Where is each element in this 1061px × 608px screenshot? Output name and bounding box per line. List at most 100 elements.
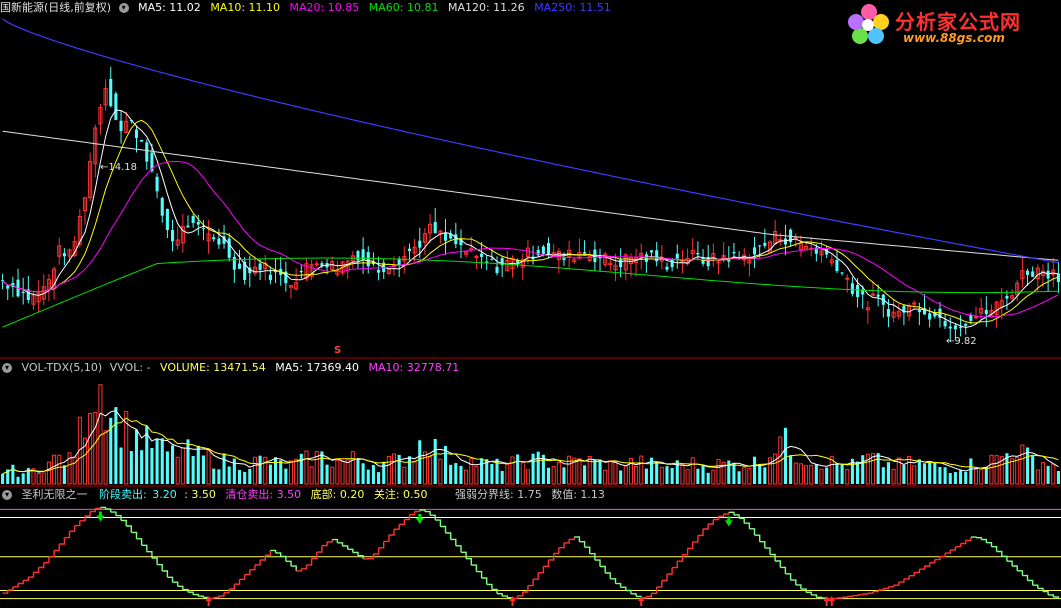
candle-body [21, 291, 25, 293]
volume-bar [628, 458, 633, 485]
volume-bar [856, 461, 860, 484]
volume-bar [994, 455, 999, 485]
indicator-step [965, 537, 972, 541]
candle-body [793, 236, 798, 239]
indicator-step [842, 596, 848, 598]
candle-body [850, 283, 854, 294]
indicator-step [342, 545, 349, 550]
stage-sell-value: 3.20 [152, 488, 177, 501]
volume-bar [500, 470, 504, 484]
indicator-step [697, 529, 704, 537]
volume-bar [294, 458, 299, 485]
volume-bar [516, 454, 520, 484]
volume-bar [212, 468, 216, 484]
candle-body [109, 78, 113, 107]
candle-body [62, 253, 66, 257]
volume-bar [819, 468, 824, 485]
volume-bar [732, 463, 736, 484]
indicator-panel [0, 506, 1061, 606]
volume-bar [412, 460, 417, 485]
indicator-step [162, 570, 169, 578]
sell-arrow-icon [96, 511, 105, 522]
volume-bar [21, 473, 25, 484]
indicator-step [1043, 590, 1049, 595]
volume-bar [361, 463, 365, 484]
volume-bar [284, 468, 288, 484]
candle-body [186, 225, 190, 228]
indicator-step [723, 512, 730, 515]
indicator-step [837, 597, 843, 599]
volume-bar [155, 439, 159, 484]
volume-value: VOLUME: 13471.54 [160, 361, 266, 374]
volume-bar [639, 455, 644, 485]
volume-bar [402, 466, 407, 485]
candle-body [366, 252, 370, 267]
volume-bar [227, 466, 231, 484]
indicator-step [455, 545, 462, 553]
volume-bar [222, 453, 226, 484]
indicator-step [945, 549, 951, 554]
volume-bar [309, 466, 314, 485]
site-logo[interactable]: 分析家公式网 www.88gs.com [845, 2, 1055, 48]
indicator-step [790, 579, 797, 585]
volume-panel [0, 384, 1061, 487]
indicator-step [867, 591, 874, 594]
bottom-value: 底部: 0.20 [310, 488, 365, 501]
volume-bar [119, 447, 123, 484]
volume-bar [953, 472, 957, 484]
stock-chart-canvas[interactable] [0, 0, 1061, 608]
indicator-step [692, 535, 699, 543]
indicator-step [816, 596, 823, 599]
indicator-title: 圣利无限之一 [21, 488, 88, 501]
volume-bar [798, 463, 803, 485]
volume-bar [16, 476, 20, 484]
indicator-step [708, 519, 714, 525]
volume-bar [583, 465, 587, 484]
indicator-step [218, 592, 225, 597]
volume-bar [758, 464, 762, 484]
volume-bar [428, 456, 433, 485]
ma120-value: MA120: 11.26 [447, 1, 525, 14]
volume-bar [304, 450, 309, 485]
vvol-value: VVOL: - [109, 361, 151, 374]
indicator-step [229, 584, 235, 590]
volume-ma5-value: MA5: 17369.40 [275, 361, 359, 374]
candle-body [201, 228, 205, 230]
volume-bar [840, 464, 844, 484]
chevron-down-icon[interactable]: ▾ [2, 363, 12, 373]
indicator-step [852, 594, 859, 597]
volume-bar [150, 447, 154, 484]
volume-bar [979, 469, 984, 485]
indicator-step [394, 524, 400, 530]
candle-body [134, 129, 139, 139]
volume-bar [685, 469, 690, 485]
volume-bar [268, 464, 272, 484]
indicator-step [461, 551, 467, 559]
volume-bar [948, 473, 952, 484]
volume-bar [1, 473, 5, 484]
volume-bar [623, 465, 628, 485]
volume-bar [335, 459, 340, 485]
candle-body [237, 263, 242, 269]
volume-bar [861, 455, 865, 484]
indicator-step [198, 595, 205, 598]
candle-body [845, 277, 850, 280]
indicator-step [337, 542, 344, 546]
indicator-step [435, 519, 442, 527]
chevron-down-icon[interactable]: ▾ [2, 490, 12, 500]
indicator-step [584, 546, 591, 554]
candle-body [583, 252, 587, 254]
indicator-step [898, 578, 905, 583]
volume-bar [665, 466, 669, 484]
chevron-down-icon[interactable]: ▾ [118, 3, 129, 13]
volume-bar [505, 463, 510, 485]
indicator-step [234, 579, 241, 585]
indicator-step [48, 550, 55, 558]
indicator-step [296, 568, 302, 572]
indicator-step [69, 525, 76, 532]
indicator-step [646, 593, 653, 598]
indicator-step [486, 583, 493, 590]
indicator-step [970, 536, 977, 538]
indicator-step [291, 565, 297, 571]
indicator-step [682, 548, 689, 556]
